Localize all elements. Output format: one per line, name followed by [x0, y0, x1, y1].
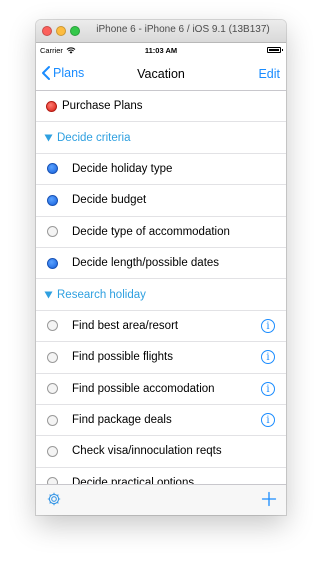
status-dot-icon[interactable]: [47, 257, 58, 269]
disclosure-triangle-icon: [44, 134, 53, 142]
info-icon[interactable]: i: [261, 412, 275, 427]
status-dot-icon[interactable]: [47, 194, 58, 206]
status-bar: Carrier 11:03 AM: [36, 43, 286, 58]
status-dot-icon[interactable]: [47, 226, 58, 238]
plus-icon[interactable]: [261, 491, 277, 507]
list-item-label: Decide budget: [72, 194, 147, 207]
list-item-label: Decide holiday type: [72, 162, 173, 175]
battery-icon: [267, 47, 283, 53]
status-dot-icon[interactable]: [47, 351, 58, 363]
section-title: Decide criteria: [57, 131, 131, 144]
list-item[interactable]: Decide holiday type: [36, 154, 286, 186]
section-title: Research holiday: [57, 288, 146, 301]
status-dot-icon[interactable]: [46, 100, 57, 112]
list-item-label: Find possible flights: [72, 351, 173, 364]
list-item-label: Purchase Plans: [62, 100, 143, 113]
list-item[interactable]: Find best area/resort i: [36, 311, 286, 343]
status-dot-icon[interactable]: [47, 414, 58, 426]
list-item-label: Check visa/innoculation reqts: [72, 445, 222, 458]
list-item[interactable]: Decide length/possible dates: [36, 248, 286, 280]
list-item-label: Find possible accomodation: [72, 382, 215, 395]
list-item[interactable]: Decide budget: [36, 185, 286, 217]
status-dot-icon[interactable]: [47, 163, 58, 175]
status-time: 11:03 AM: [144, 46, 178, 55]
navigation-bar: Plans Vacation Edit: [36, 58, 286, 91]
gear-icon[interactable]: [46, 491, 62, 507]
info-icon[interactable]: i: [261, 381, 275, 396]
list-item[interactable]: Find package deals i: [36, 405, 286, 437]
section-header-research-holiday[interactable]: Research holiday: [36, 279, 286, 311]
list-item-purchase-plans[interactable]: Purchase Plans: [36, 91, 286, 123]
info-icon[interactable]: i: [261, 318, 275, 333]
minimize-window-button[interactable]: [56, 26, 66, 36]
status-dot-icon[interactable]: [47, 445, 58, 457]
task-list: Purchase Plans Decide criteria Decide ho…: [36, 91, 286, 500]
list-item[interactable]: Decide type of accommodation: [36, 217, 286, 248]
window-title: iPhone 6 - iPhone 6 / iOS 9.1 (13B137): [96, 24, 270, 35]
list-item[interactable]: Find possible accomodation i: [36, 374, 286, 405]
disclosure-triangle-icon: [44, 291, 53, 299]
status-dot-icon[interactable]: [47, 383, 58, 395]
bottom-toolbar: [36, 484, 286, 515]
section-header-decide-criteria[interactable]: Decide criteria: [36, 122, 286, 154]
status-dot-icon[interactable]: [47, 320, 58, 332]
list-item[interactable]: Check visa/innoculation reqts: [36, 436, 286, 468]
edit-button[interactable]: Edit: [258, 67, 280, 81]
page-title: Vacation: [137, 67, 185, 81]
list-item[interactable]: Find possible flights i: [36, 342, 286, 374]
zoom-window-button[interactable]: [70, 26, 80, 36]
list-item-label: Decide type of accommodation: [72, 225, 230, 238]
list-item-label: Find best area/resort: [72, 319, 179, 332]
list-item-label: Decide length/possible dates: [72, 257, 220, 270]
simulator-window: iPhone 6 - iPhone 6 / iOS 9.1 (13B137) C…: [36, 20, 286, 515]
window-titlebar: iPhone 6 - iPhone 6 / iOS 9.1 (13B137): [36, 20, 286, 43]
window-controls: [42, 26, 80, 36]
info-icon[interactable]: i: [261, 350, 275, 365]
list-item-label: Find package deals: [72, 414, 172, 427]
close-window-button[interactable]: [42, 26, 52, 36]
